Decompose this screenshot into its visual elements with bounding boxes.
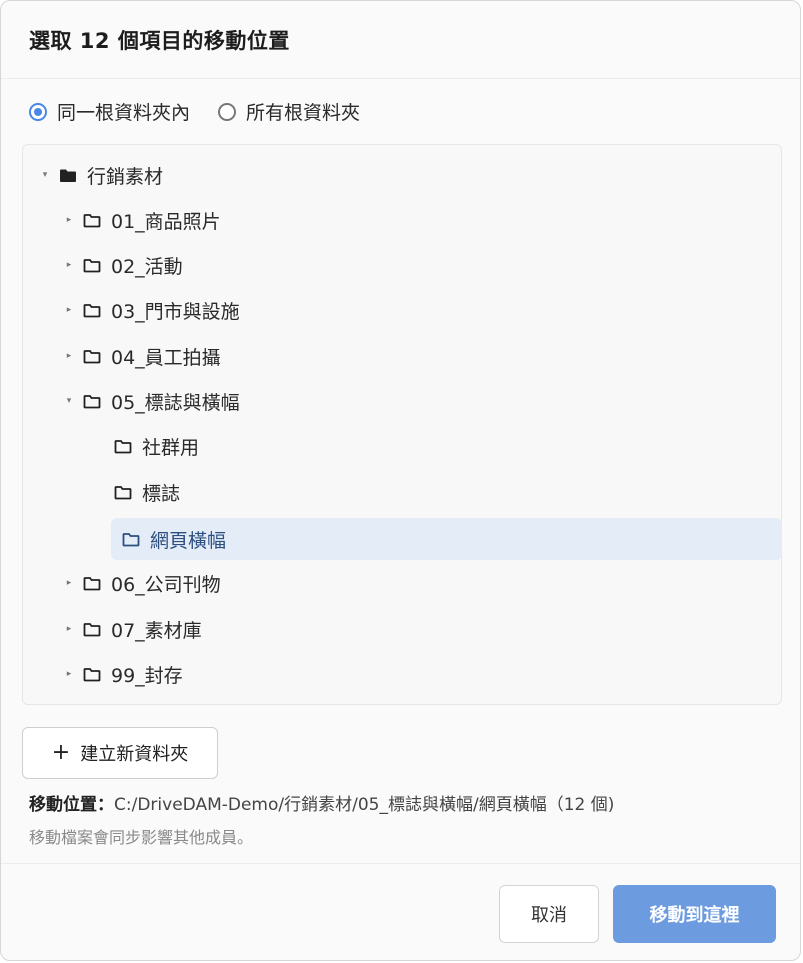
- folder-icon: [114, 485, 132, 499]
- tree-node-label: 社群用: [142, 436, 200, 459]
- folder-icon: [114, 439, 132, 453]
- folder-icon: [83, 394, 101, 408]
- scope-radio-group: 同一根資料夾內 所有根資料夾: [29, 98, 388, 125]
- folder-icon: [83, 349, 101, 363]
- tree-node[interactable]: ▸ 04_員工拍攝: [23, 336, 423, 376]
- sync-note: 移動檔案會同步影響其他成員。: [29, 828, 254, 847]
- tree-node-label: 04_員工拍攝: [111, 346, 221, 369]
- tree-node-label: 07_素材庫: [111, 619, 202, 642]
- plus-icon: +: [51, 740, 71, 765]
- move-dialog: 選取 12 個項目的移動位置 同一根資料夾內 所有根資料夾 ▾ 行銷素材 ▸ 0…: [0, 0, 801, 961]
- dialog-title: 選取 12 個項目的移動位置: [29, 28, 290, 53]
- tree-node-selected[interactable]: 網頁橫幅: [111, 518, 782, 560]
- radio-checked-icon[interactable]: [29, 102, 47, 121]
- tree-node-label: 網頁橫幅: [150, 529, 227, 552]
- scope-option-all-roots[interactable]: 所有根資料夾: [218, 98, 360, 125]
- tree-node[interactable]: 社群用: [23, 426, 523, 466]
- new-folder-button[interactable]: + 建立新資料夾: [22, 727, 218, 779]
- folder-icon: [83, 667, 101, 681]
- new-folder-label: 建立新資料夾: [80, 744, 189, 765]
- tree-node-label: 03_門市與設施: [111, 300, 240, 323]
- scope-option-same-root[interactable]: 同一根資料夾內: [29, 98, 190, 125]
- tree-node-label: 01_商品照片: [111, 210, 221, 233]
- tree-node[interactable]: ▸ 01_商品照片: [23, 200, 423, 240]
- caret-right-icon[interactable]: ▸: [63, 624, 75, 634]
- folder-icon: [83, 303, 101, 317]
- move-here-button[interactable]: 移動到這裡: [613, 885, 776, 943]
- tree-node-label: 99_封存: [111, 664, 183, 687]
- destination-path: C:/DriveDAM-Demo/行銷素材/05_標誌與橫幅/網頁橫幅（12 個…: [114, 795, 615, 815]
- caret-right-icon[interactable]: ▸: [63, 215, 75, 225]
- destination-summary: 移動位置：C:/DriveDAM-Demo/行銷素材/05_標誌與橫幅/網頁橫幅…: [29, 790, 614, 815]
- scope-option-label: 同一根資料夾內: [57, 102, 191, 124]
- tree-node-root[interactable]: ▾ 行銷素材: [23, 155, 323, 195]
- caret-down-icon[interactable]: ▾: [63, 396, 75, 406]
- caret-right-icon[interactable]: ▸: [63, 260, 75, 270]
- tree-node-label: 02_活動: [111, 255, 183, 278]
- tree-node[interactable]: ▸ 06_公司刊物: [23, 563, 423, 603]
- caret-right-icon[interactable]: ▸: [63, 578, 75, 588]
- tree-node[interactable]: ▸ 99_封存: [23, 654, 423, 694]
- caret-down-icon[interactable]: ▾: [39, 170, 51, 180]
- folder-icon: [122, 532, 140, 546]
- caret-right-icon[interactable]: ▸: [63, 351, 75, 361]
- tree-node[interactable]: 標誌: [23, 472, 523, 512]
- cancel-button[interactable]: 取消: [499, 885, 599, 943]
- footer-divider: [1, 863, 800, 864]
- tree-node[interactable]: ▸ 07_素材庫: [23, 609, 423, 649]
- folder-icon: [83, 576, 101, 590]
- scope-option-label: 所有根資料夾: [246, 102, 361, 124]
- tree-node-label: 行銷素材: [87, 165, 164, 188]
- tree-node-expanded[interactable]: ▾ 05_標誌與橫幅: [23, 381, 423, 421]
- caret-right-icon[interactable]: ▸: [63, 305, 75, 315]
- tree-node-label: 標誌: [142, 482, 181, 505]
- destination-label: 移動位置：: [29, 795, 114, 815]
- tree-node[interactable]: ▸ 02_活動: [23, 245, 423, 285]
- folder-icon: [83, 622, 101, 636]
- tree-node-label: 06_公司刊物: [111, 573, 221, 596]
- caret-right-icon[interactable]: ▸: [63, 669, 75, 679]
- tree-node-label: 05_標誌與橫幅: [111, 391, 240, 414]
- folder-icon: [83, 213, 101, 227]
- radio-unchecked-icon[interactable]: [218, 102, 237, 121]
- folder-tree: ▾ 行銷素材 ▸ 01_商品照片 ▸ 02_活動 ▸ 03_門市與設施 ▸ 04…: [22, 144, 782, 705]
- folder-filled-icon: [60, 169, 76, 182]
- dialog-header: 選取 12 個項目的移動位置: [1, 1, 800, 79]
- folder-icon: [83, 258, 101, 272]
- tree-node[interactable]: ▸ 03_門市與設施: [23, 290, 423, 330]
